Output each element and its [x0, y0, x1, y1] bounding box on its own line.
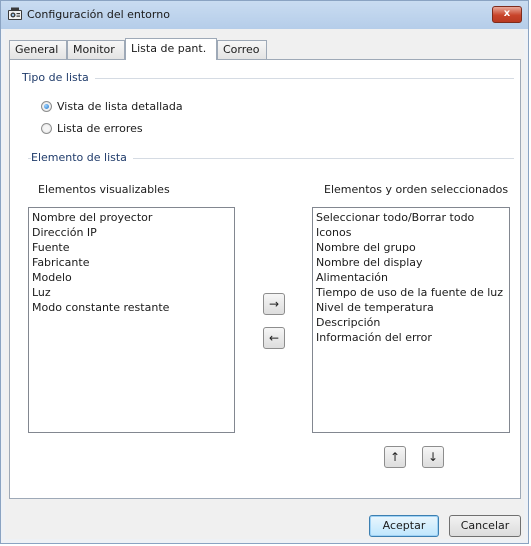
- list-item[interactable]: Tiempo de uso de la fuente de luz: [316, 285, 506, 300]
- list-item[interactable]: Descripción: [316, 315, 506, 330]
- arrow-down-icon: ↓: [427, 450, 439, 464]
- radio-detailed-list[interactable]: Vista de lista detallada: [41, 99, 183, 113]
- cancel-button[interactable]: Cancelar: [449, 515, 521, 537]
- list-element-group-title: Elemento de lista: [31, 151, 133, 164]
- available-items-list[interactable]: Nombre del proyector Dirección IP Fuente…: [28, 207, 235, 433]
- arrow-right-icon: →: [268, 297, 280, 311]
- tab-panel: Tipo de lista Vista de lista detallada L…: [9, 59, 521, 499]
- list-item[interactable]: Modo constante restante: [32, 300, 231, 315]
- list-type-group-line: [28, 78, 514, 79]
- title-bar[interactable]: Configuración del entorno x: [1, 1, 528, 29]
- dialog-client-area: General Monitor Lista de pant. Correo Ti…: [5, 29, 524, 539]
- window-title: Configuración del entorno: [27, 8, 170, 21]
- list-item[interactable]: Luz: [32, 285, 231, 300]
- tab-general[interactable]: General: [9, 40, 67, 59]
- projector-app-icon: [8, 7, 22, 20]
- radio-label: Vista de lista detallada: [57, 99, 183, 113]
- list-item[interactable]: Fabricante: [32, 255, 231, 270]
- close-icon: x: [503, 8, 511, 19]
- remove-item-button[interactable]: ←: [263, 327, 285, 349]
- list-item[interactable]: Nombre del proyector: [32, 210, 231, 225]
- arrow-left-icon: ←: [268, 331, 280, 345]
- arrow-up-icon: ↑: [389, 450, 401, 464]
- tab-label: Correo: [223, 43, 260, 56]
- selected-items-header: Elementos y orden seleccionados: [324, 183, 509, 196]
- close-button[interactable]: x: [492, 6, 522, 23]
- list-item[interactable]: Modelo: [32, 270, 231, 285]
- list-type-group-title: Tipo de lista: [22, 71, 95, 84]
- available-items-header: Elementos visualizables: [38, 183, 170, 196]
- add-item-button[interactable]: →: [263, 293, 285, 315]
- tab-mail[interactable]: Correo: [217, 40, 267, 59]
- ok-button[interactable]: Aceptar: [369, 515, 439, 537]
- list-item[interactable]: Nivel de temperatura: [316, 300, 506, 315]
- list-item[interactable]: Seleccionar todo/Borrar todo: [316, 210, 506, 225]
- list-item[interactable]: Iconos: [316, 225, 506, 240]
- list-item[interactable]: Nombre del grupo: [316, 240, 506, 255]
- move-up-button[interactable]: ↑: [384, 446, 406, 468]
- radio-button[interactable]: [41, 122, 52, 134]
- tab-label: General: [15, 43, 59, 56]
- list-item[interactable]: Información del error: [316, 330, 506, 345]
- list-item[interactable]: Fuente: [32, 240, 231, 255]
- list-item[interactable]: Alimentación: [316, 270, 506, 285]
- tab-monitor[interactable]: Monitor: [67, 40, 125, 59]
- settings-dialog: Configuración del entorno x General Moni…: [0, 0, 529, 544]
- tab-label: Monitor: [73, 43, 115, 56]
- radio-error-list[interactable]: Lista de errores: [41, 121, 143, 135]
- radio-button-selected[interactable]: [41, 100, 52, 112]
- move-down-button[interactable]: ↓: [422, 446, 444, 468]
- tab-display-list[interactable]: Lista de pant.: [125, 38, 217, 60]
- list-item[interactable]: Nombre del display: [316, 255, 506, 270]
- radio-label: Lista de errores: [57, 121, 143, 135]
- tab-label: Lista de pant.: [131, 42, 207, 55]
- list-item[interactable]: Dirección IP: [32, 225, 231, 240]
- selected-items-list[interactable]: Seleccionar todo/Borrar todo Iconos Nomb…: [312, 207, 510, 433]
